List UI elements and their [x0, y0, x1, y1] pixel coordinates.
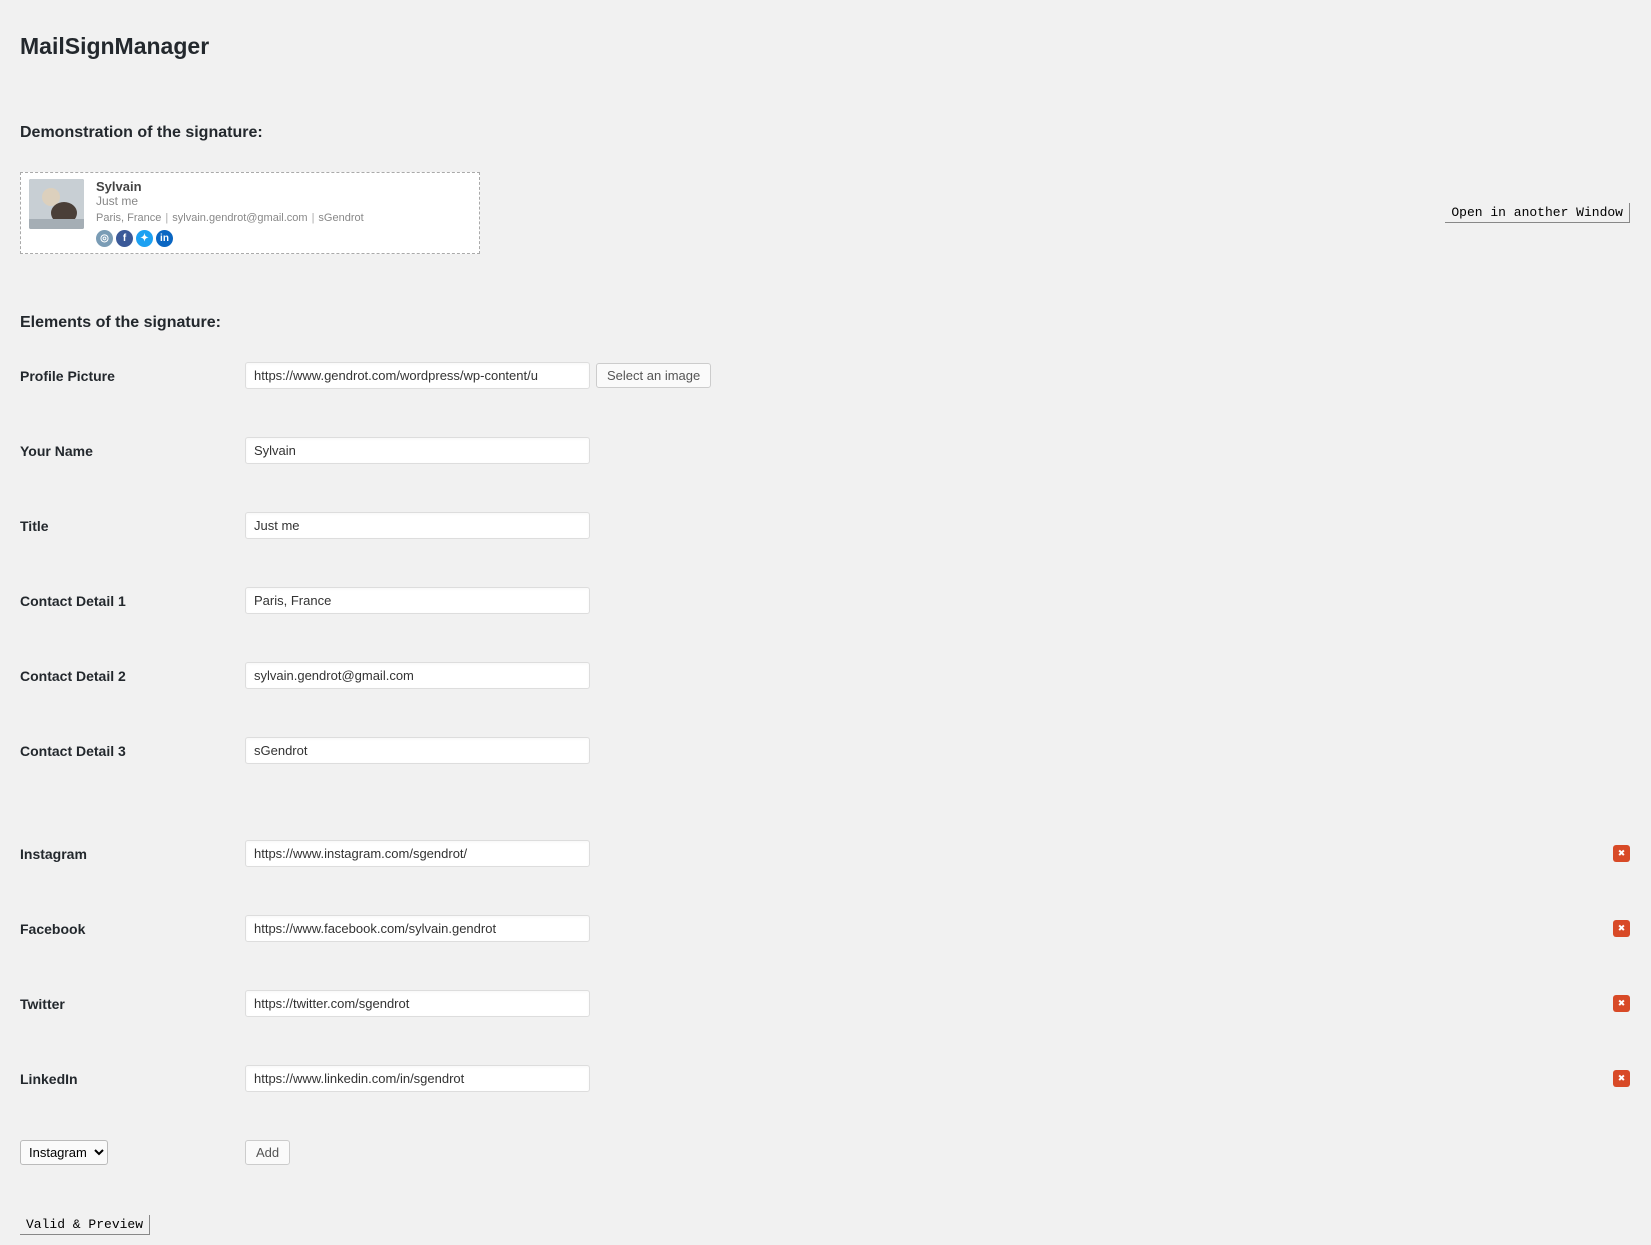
instagram-icon: ◎: [96, 230, 113, 247]
label-profile-picture: Profile Picture: [20, 368, 245, 384]
valid-preview-button[interactable]: Valid & Preview: [20, 1215, 150, 1235]
app-title: MailSignManager: [20, 24, 1630, 64]
sig-contact1: Paris, France: [96, 212, 161, 224]
section-elements-heading: Elements of the signature:: [20, 314, 1630, 332]
add-social-button[interactable]: Add: [245, 1140, 290, 1165]
label-facebook: Facebook: [20, 921, 245, 937]
open-in-window-button[interactable]: Open in another Window: [1445, 203, 1630, 223]
contact3-input[interactable]: [245, 737, 590, 764]
select-image-button[interactable]: Select an image: [596, 363, 711, 388]
twitter-input[interactable]: [245, 990, 590, 1017]
instagram-input[interactable]: [245, 840, 590, 867]
delete-linkedin-button[interactable]: [1613, 1070, 1630, 1087]
label-instagram: Instagram: [20, 846, 245, 862]
label-contact3: Contact Detail 3: [20, 743, 245, 759]
sig-name: Sylvain: [96, 179, 364, 194]
avatar: [29, 179, 84, 229]
section-demo-heading: Demonstration of the signature:: [20, 124, 1630, 142]
delete-facebook-button[interactable]: [1613, 920, 1630, 937]
linkedin-input[interactable]: [245, 1065, 590, 1092]
sig-title: Just me: [96, 194, 364, 208]
sig-contact3: sGendrot: [318, 212, 363, 224]
label-twitter: Twitter: [20, 996, 245, 1012]
sig-contact2: sylvain.gendrot@gmail.com: [172, 212, 307, 224]
facebook-icon: f: [116, 230, 133, 247]
delete-instagram-button[interactable]: [1613, 845, 1630, 862]
linkedin-icon: in: [156, 230, 173, 247]
signature-preview: Sylvain Just me Paris, France|sylvain.ge…: [20, 172, 480, 254]
twitter-icon: ✦: [136, 230, 153, 247]
facebook-input[interactable]: [245, 915, 590, 942]
label-your-name: Your Name: [20, 443, 245, 459]
label-title: Title: [20, 518, 245, 534]
add-social-select[interactable]: Instagram: [20, 1140, 108, 1165]
contact1-input[interactable]: [245, 587, 590, 614]
label-contact2: Contact Detail 2: [20, 668, 245, 684]
title-input[interactable]: [245, 512, 590, 539]
profile-picture-input[interactable]: [245, 362, 590, 389]
contact2-input[interactable]: [245, 662, 590, 689]
delete-twitter-button[interactable]: [1613, 995, 1630, 1012]
your-name-input[interactable]: [245, 437, 590, 464]
label-linkedin: LinkedIn: [20, 1071, 245, 1087]
label-contact1: Contact Detail 1: [20, 593, 245, 609]
